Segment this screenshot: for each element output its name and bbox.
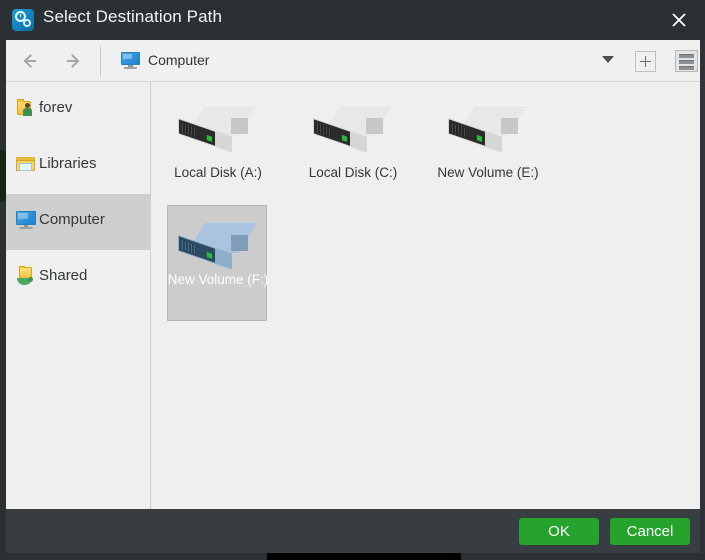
- window-frame-right: [700, 0, 705, 553]
- sidebar-item-shared[interactable]: Shared: [6, 250, 151, 306]
- drive-label: New Volume (F:): [153, 272, 283, 287]
- cancel-button[interactable]: Cancel: [610, 518, 690, 545]
- arrow-right-icon[interactable]: [60, 49, 86, 73]
- navigation-toolbar: Computer: [6, 40, 700, 82]
- close-icon[interactable]: [665, 6, 693, 34]
- sidebar-item-label: Computer: [39, 211, 105, 228]
- drive-item-selected[interactable]: New Volume (F:): [167, 205, 267, 321]
- hard-drive-icon: [313, 105, 393, 157]
- sidebar-item-libraries[interactable]: Libraries: [6, 138, 151, 194]
- plus-box-icon[interactable]: [635, 51, 656, 72]
- chevron-down-icon[interactable]: [602, 56, 614, 63]
- desktop-background-center: [267, 553, 461, 560]
- toolbar-divider: [100, 46, 101, 76]
- hard-drive-icon: [448, 105, 528, 157]
- places-sidebar: forev Libraries Computer Shared: [6, 82, 151, 509]
- drive-label: Local Disk (A:): [153, 165, 283, 180]
- ok-button[interactable]: OK: [519, 518, 599, 545]
- sidebar-item-computer[interactable]: Computer: [6, 194, 151, 250]
- gears-icon: [12, 9, 34, 31]
- path-value: Computer: [148, 52, 209, 68]
- title-bar: Select Destination Path: [0, 0, 705, 40]
- sidebar-item-label: Shared: [39, 267, 87, 284]
- computer-icon: [16, 210, 36, 230]
- sidebar-item-forev[interactable]: forev: [6, 82, 151, 138]
- drive-label: Local Disk (C:): [288, 165, 418, 180]
- sidebar-item-label: Libraries: [39, 155, 97, 172]
- desktop-background-right: [461, 553, 705, 560]
- computer-icon: [121, 52, 140, 69]
- folder-user-icon: [16, 98, 36, 118]
- desktop-background-left: [0, 553, 267, 560]
- path-input[interactable]: Computer: [109, 45, 589, 77]
- list-view-icon[interactable]: [675, 50, 698, 72]
- libraries-icon: [16, 154, 36, 174]
- dialog-footer: OK Cancel: [6, 509, 700, 553]
- drive-grid: Local Disk (A:) Local Disk (C:) New Volu…: [151, 82, 700, 509]
- hard-drive-icon: [178, 105, 258, 157]
- sidebar-item-label: forev: [39, 99, 72, 116]
- drive-label: New Volume (E:): [423, 165, 553, 180]
- window-title: Select Destination Path: [43, 7, 222, 27]
- select-destination-path-dialog: Select Destination Path Computer: [0, 0, 705, 560]
- hard-drive-icon: [178, 222, 258, 274]
- shared-folder-icon: [16, 266, 36, 286]
- arrow-left-icon[interactable]: [21, 49, 47, 73]
